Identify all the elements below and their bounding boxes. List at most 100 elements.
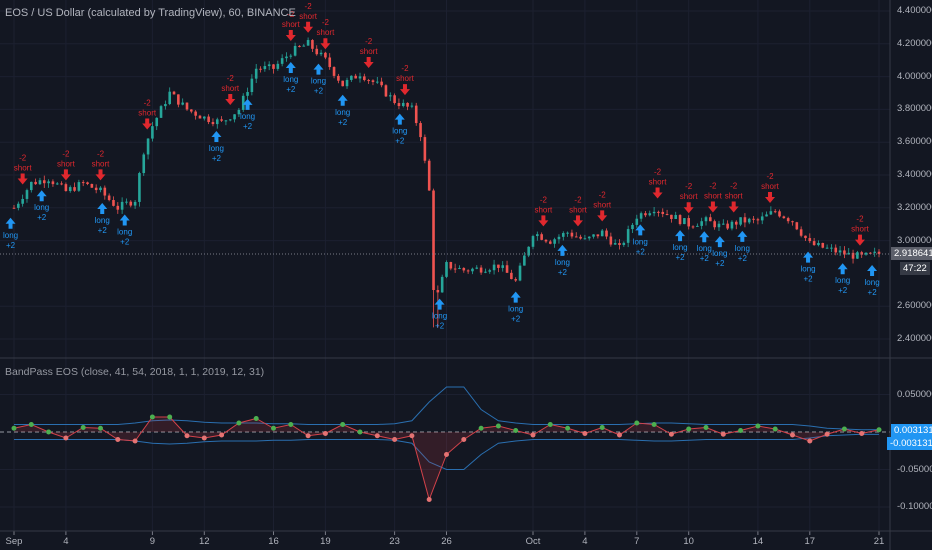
indicator-title[interactable]: BandPass EOS (close, 41, 54, 2018, 1, 1,… — [5, 366, 264, 378]
long-label: long — [735, 244, 750, 253]
chart-canvas[interactable]: short-2short-2short-2short-2short-2short… — [0, 0, 932, 550]
candle-body — [177, 94, 180, 105]
candle-body — [830, 247, 833, 249]
long-size-label: +2 — [738, 254, 748, 263]
oscillator-dot — [149, 414, 155, 420]
candle-body — [609, 236, 613, 245]
oscillator-dot — [530, 432, 536, 438]
oscillator-dot — [755, 423, 761, 429]
oscillator-dot — [634, 420, 640, 426]
candle-body — [246, 92, 249, 96]
long-arrow-icon — [285, 62, 296, 73]
indicator-tick-label: -0.050000 — [897, 463, 932, 475]
candle-body — [730, 221, 734, 229]
candle-body — [272, 64, 275, 69]
candle-body — [683, 218, 686, 225]
oscillator-dot — [444, 452, 449, 457]
short-size-label: -2 — [730, 182, 738, 191]
short-size-label: -2 — [766, 172, 774, 181]
candle-body — [276, 63, 280, 69]
candle-body — [626, 229, 630, 243]
short-arrow-icon — [303, 21, 314, 33]
candle-body — [315, 48, 319, 55]
short-label: short — [704, 192, 723, 201]
long-arrow-icon — [867, 265, 878, 277]
short-size-label: -2 — [401, 64, 409, 73]
short-label: short — [138, 109, 157, 118]
long-size-label: +2 — [511, 315, 521, 324]
candle-body — [228, 119, 232, 121]
oscillator-dot — [703, 425, 709, 430]
oscillator-dot — [720, 431, 726, 437]
long-size-label: +2 — [243, 122, 253, 131]
candle-body — [103, 187, 107, 196]
candle-body — [596, 234, 600, 237]
candle-body — [125, 201, 128, 203]
short-size-label: -2 — [144, 99, 152, 108]
candle-body — [440, 276, 444, 293]
long-label: long — [865, 278, 880, 287]
candle-body — [159, 106, 163, 118]
candle-body — [94, 187, 98, 191]
short-size-label: -2 — [709, 182, 717, 191]
candle-body — [363, 76, 366, 81]
candle-body — [68, 187, 72, 192]
time-tick-label: Sep — [5, 536, 23, 547]
candle-body — [332, 67, 336, 76]
candle-body — [618, 243, 621, 245]
candle-body — [341, 80, 344, 87]
candle-body — [475, 267, 479, 269]
oscillator-dot — [686, 426, 692, 432]
candle-body — [778, 211, 781, 217]
candle-body — [423, 137, 427, 161]
candle-body — [427, 160, 431, 191]
candle-body — [142, 154, 146, 174]
candle-body — [449, 262, 453, 269]
short-label: short — [92, 159, 111, 168]
long-size-label: +2 — [120, 238, 130, 247]
time-tick-label: 10 — [683, 536, 694, 547]
short-label: short — [221, 84, 240, 93]
time-tick-label: Oct — [525, 536, 541, 547]
candle-body — [514, 279, 517, 281]
long-label: long — [712, 249, 727, 258]
indicator-tick-label: 0.050000 — [897, 388, 932, 400]
candle-body — [77, 182, 81, 191]
candle-body — [531, 236, 535, 247]
long-label: long — [555, 258, 570, 267]
candle-body — [21, 198, 24, 204]
candle-body — [414, 105, 418, 124]
long-arrow-icon — [394, 113, 405, 125]
long-label: long — [335, 108, 350, 117]
candle-body — [864, 252, 868, 255]
candle-body — [523, 255, 526, 266]
candle-body — [358, 76, 362, 79]
candle-body — [393, 95, 396, 104]
symbol-title[interactable]: EOS / US Dollar (calculated by TradingVi… — [5, 7, 296, 19]
candle-body — [786, 218, 790, 222]
long-label: long — [283, 75, 298, 84]
long-label: long — [117, 228, 132, 237]
candle-body — [791, 221, 794, 223]
candle-body — [488, 270, 492, 272]
short-arrow-icon — [399, 84, 410, 96]
candle-body — [116, 205, 120, 210]
oscillator-dot — [374, 433, 380, 439]
short-size-label: -2 — [685, 182, 693, 191]
candle-body — [107, 195, 111, 201]
candle-body — [203, 116, 206, 119]
candle-body — [769, 211, 773, 215]
candle-body — [397, 103, 401, 107]
candle-body — [657, 211, 660, 213]
short-size-label: -2 — [227, 74, 235, 83]
oscillator-dot — [184, 433, 190, 439]
long-label: long — [95, 216, 110, 225]
short-label: short — [14, 164, 33, 173]
candle-body — [190, 109, 193, 112]
oscillator-dot — [859, 431, 865, 436]
long-label: long — [672, 243, 687, 252]
candle-body — [635, 218, 639, 225]
time-tick-label: 19 — [320, 536, 331, 547]
candle-body — [81, 182, 85, 184]
candle-body — [700, 221, 703, 226]
